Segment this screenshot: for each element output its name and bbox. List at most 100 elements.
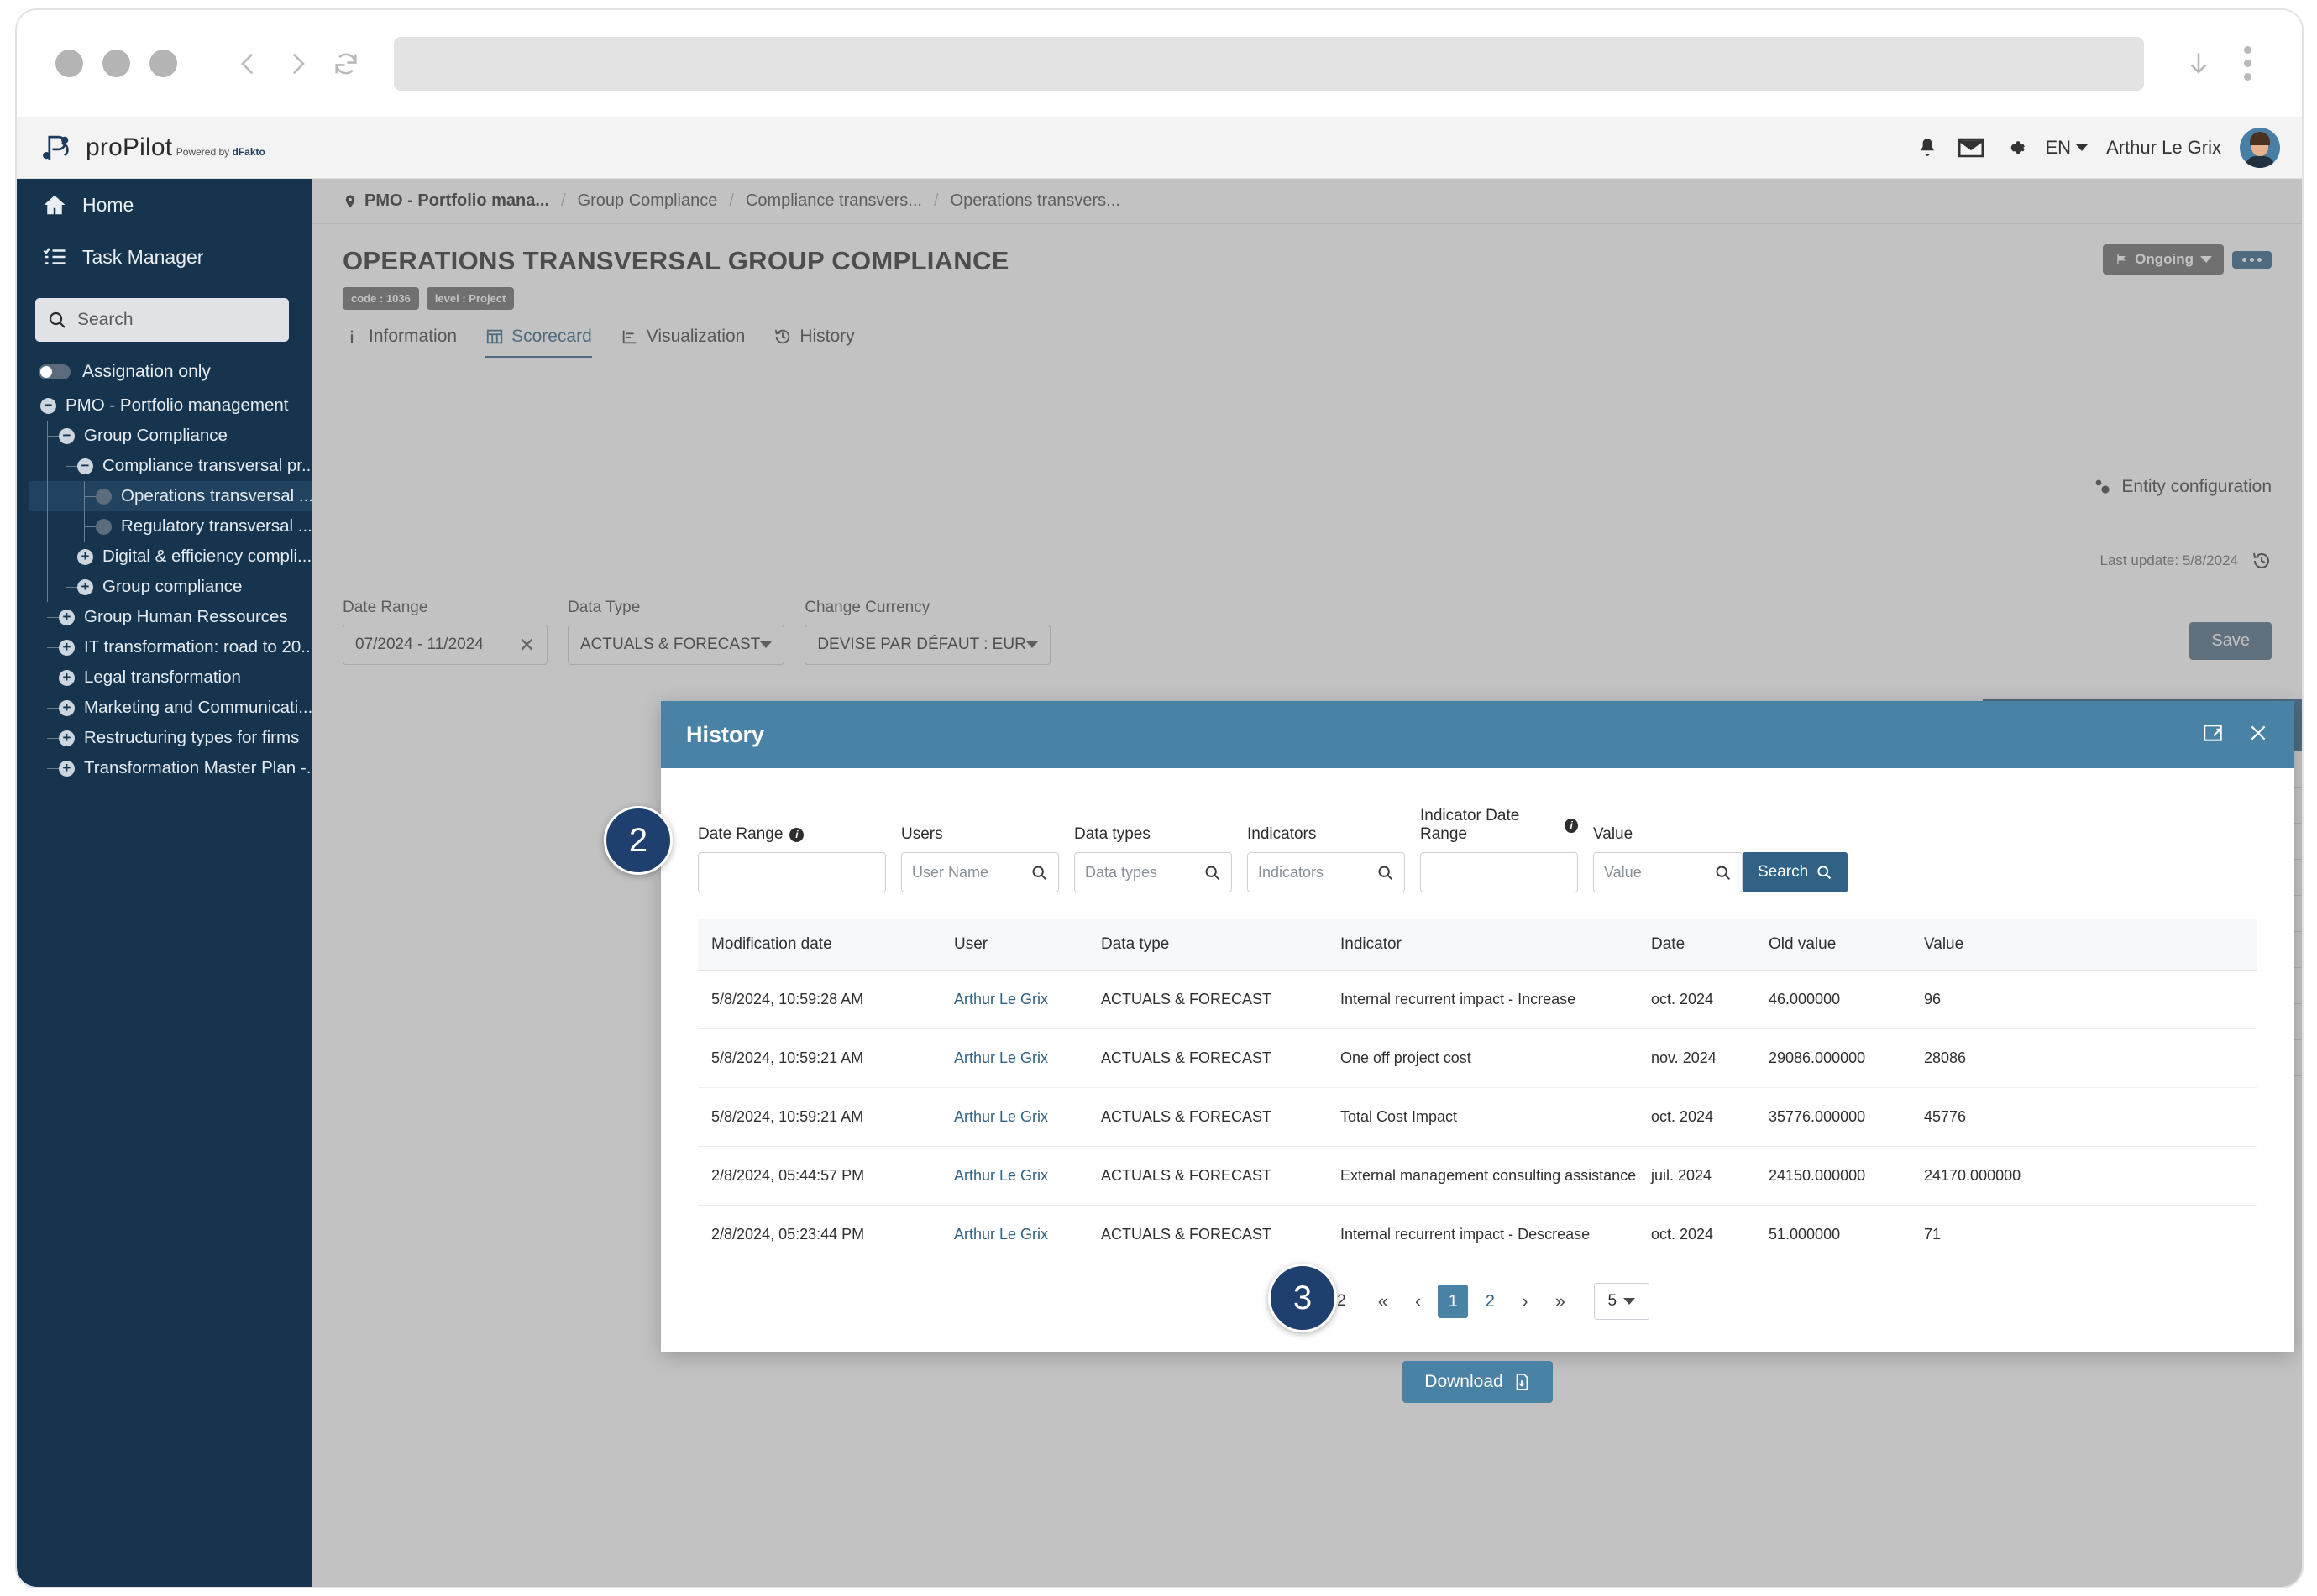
cell-user[interactable]: Arthur Le Grix [954, 1147, 1101, 1206]
minimize-window-dot[interactable] [102, 50, 130, 77]
column-header[interactable]: Date [1651, 919, 1769, 971]
expand-icon[interactable] [2202, 722, 2224, 748]
entity-configuration-link[interactable]: Entity configuration [2093, 477, 2272, 497]
expand-node-icon[interactable]: + [59, 640, 75, 656]
save-button[interactable]: Save [2189, 622, 2272, 660]
history-indicator-date-range-input[interactable] [1420, 852, 1578, 892]
tree-item[interactable]: −PMO - Portfolio management [29, 390, 312, 421]
cell-user[interactable]: Arthur Le Grix [954, 971, 1101, 1029]
pagination-next-button[interactable]: › [1508, 1290, 1541, 1312]
tree-item[interactable]: +Legal transformation [29, 662, 312, 693]
info-icon[interactable]: i [789, 828, 804, 842]
tree-item[interactable]: +Restructuring types for firms [29, 723, 312, 753]
pagination-first-button[interactable]: « [1365, 1290, 1402, 1312]
column-header[interactable]: Old value [1769, 919, 1924, 971]
tree-item[interactable]: +Transformation Master Plan -... [29, 753, 312, 783]
window-traffic-lights[interactable] [55, 50, 177, 77]
bell-icon[interactable] [1915, 137, 1940, 159]
history-date-range-input[interactable] [698, 852, 886, 892]
column-header[interactable]: Modification date [698, 919, 954, 971]
leaf-node-icon[interactable] [96, 489, 112, 505]
leaf-node-icon[interactable] [96, 519, 112, 535]
tab-information[interactable]: Information [343, 327, 457, 358]
expand-node-icon[interactable]: + [59, 700, 75, 716]
download-button[interactable]: Download [1402, 1361, 1552, 1403]
app-header: proPilot Powered by dFakto EN [17, 117, 2302, 179]
search-input[interactable]: Search [35, 298, 289, 342]
sidebar-item-home[interactable]: Home [17, 179, 312, 231]
expand-node-icon[interactable]: + [77, 579, 93, 595]
expand-node-icon[interactable]: + [77, 549, 93, 565]
breadcrumb-item-3[interactable]: Operations transvers... [951, 191, 1120, 211]
pagination-prev-button[interactable]: ‹ [1402, 1290, 1434, 1312]
tree-item[interactable]: −Compliance transversal pr... [29, 451, 312, 481]
column-header[interactable]: Value [1924, 919, 2257, 971]
column-header[interactable]: User [954, 919, 1101, 971]
cell-data-type: ACTUALS & FORECAST [1101, 971, 1340, 1029]
pagination-page-1[interactable]: 1 [1438, 1285, 1468, 1318]
cell-user[interactable]: Arthur Le Grix [954, 1206, 1101, 1264]
history-indicators-input[interactable]: Indicators [1247, 852, 1405, 892]
history-data-types-input[interactable]: Data types [1074, 852, 1232, 892]
clear-icon[interactable]: ✕ [519, 634, 535, 657]
cell-user[interactable]: Arthur Le Grix [954, 1088, 1101, 1147]
cell-user[interactable]: Arthur Le Grix [954, 1029, 1101, 1088]
more-actions-button[interactable] [2232, 251, 2272, 269]
pagination-page-2[interactable]: 2 [1475, 1285, 1505, 1318]
user-name-label[interactable]: Arthur Le Grix [2106, 137, 2221, 159]
history-value-input[interactable]: Value [1593, 852, 1743, 892]
collapse-node-icon[interactable]: − [59, 428, 75, 444]
tree-item[interactable]: Regulatory transversal ... [29, 511, 312, 542]
expand-node-icon[interactable]: + [59, 670, 75, 686]
maximize-window-dot[interactable] [149, 50, 177, 77]
language-selector[interactable]: EN [2046, 137, 2089, 159]
expand-node-icon[interactable]: + [59, 730, 75, 746]
tree-item[interactable]: Operations transversal ... [29, 481, 312, 511]
tree-item[interactable]: −Group Compliance [29, 421, 312, 451]
filter-date-range-control[interactable]: 07/2024 - 11/2024 ✕ [343, 625, 548, 665]
breadcrumb-item-0[interactable]: PMO - Portfolio mana... [343, 191, 549, 211]
history-value-placeholder: Value [1604, 864, 1642, 882]
tab-information-label: Information [369, 327, 457, 347]
info-icon[interactable]: i [1565, 819, 1578, 833]
forward-icon[interactable] [273, 39, 322, 88]
tree-item[interactable]: +Marketing and Communicati... [29, 693, 312, 723]
history-search-button[interactable]: Search [1743, 852, 1848, 892]
filter-currency-control[interactable]: DEVISE PAR DÉFAUT : EUR [805, 625, 1050, 665]
tab-history[interactable]: History [773, 327, 854, 358]
breadcrumb-item-1[interactable]: Group Compliance [578, 191, 718, 211]
close-window-dot[interactable] [55, 50, 83, 77]
status-badge[interactable]: Ongoing [2103, 244, 2224, 275]
tab-visualization[interactable]: Visualization [621, 327, 746, 358]
column-header[interactable]: Data type [1101, 919, 1340, 971]
assignation-only-toggle[interactable]: Assignation only [17, 350, 312, 390]
page-size-select[interactable]: 5 [1594, 1283, 1649, 1320]
tree-item[interactable]: +Digital & efficiency compli... [29, 542, 312, 572]
download-icon[interactable] [2174, 39, 2223, 88]
tree-item[interactable]: +Group compliance [29, 572, 312, 602]
sidebar-item-task-manager[interactable]: Task Manager [17, 231, 312, 283]
tree-item[interactable]: +Group Human Ressources [29, 602, 312, 632]
pagination-last-button[interactable]: » [1542, 1290, 1579, 1312]
toggle-switch[interactable] [39, 364, 71, 379]
gear-icon[interactable] [2002, 137, 2027, 159]
app-logo[interactable]: proPilot Powered by dFakto [17, 129, 284, 166]
collapse-node-icon[interactable]: − [40, 398, 56, 414]
tab-scorecard[interactable]: Scorecard [485, 327, 592, 358]
column-header[interactable]: Indicator [1340, 919, 1651, 971]
reload-icon[interactable] [322, 39, 370, 88]
collapse-node-icon[interactable]: − [77, 458, 93, 474]
expand-node-icon[interactable]: + [59, 610, 75, 625]
browser-menu-icon[interactable] [2223, 39, 2272, 88]
history-users-input[interactable]: User Name [901, 852, 1059, 892]
expand-node-icon[interactable]: + [59, 761, 75, 777]
back-icon[interactable] [224, 39, 273, 88]
address-bar[interactable] [394, 37, 2144, 91]
close-icon[interactable] [2247, 722, 2269, 748]
filter-data-type-control[interactable]: ACTUALS & FORECAST [568, 625, 784, 665]
avatar[interactable] [2240, 128, 2280, 168]
tree-item[interactable]: +IT transformation: road to 20... [29, 632, 312, 662]
scorecard-filters: Date Range 07/2024 - 11/2024 ✕ Data Type… [343, 599, 1051, 665]
breadcrumb-item-2[interactable]: Compliance transvers... [746, 191, 922, 211]
envelope-icon[interactable] [1958, 137, 1984, 159]
